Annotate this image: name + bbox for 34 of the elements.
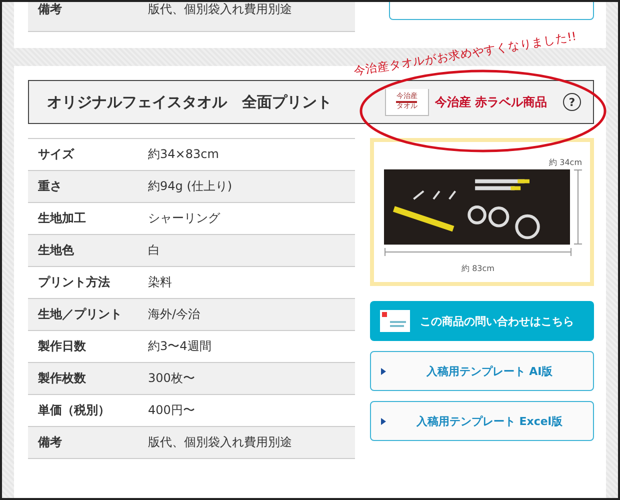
spec-label: 生地／プリント xyxy=(36,306,123,323)
spec-label: 製作日数 xyxy=(37,338,87,355)
template-button[interactable]: 入稿用テンプレート AI版 xyxy=(370,351,594,391)
spec-label: 重さ xyxy=(37,178,63,195)
spec-label: 生地色 xyxy=(36,242,75,259)
spec-label: サイズ xyxy=(37,146,76,163)
spec-value: 版代、個別袋入れ費用別途 xyxy=(148,434,292,451)
template-button[interactable]: 入稿用テンプレート Excel版 xyxy=(370,401,594,441)
spec-value: 白 xyxy=(148,242,160,259)
spec-value: 染料 xyxy=(148,274,172,291)
spec-value: 約34×83cm xyxy=(148,146,219,163)
spec-value: 300枚〜 xyxy=(148,370,195,387)
triangle-icon xyxy=(381,368,386,374)
spec-label: 生地加工 xyxy=(36,210,87,227)
triangle-icon xyxy=(381,418,386,424)
spec-value: 約94g (仕上り) xyxy=(148,178,232,195)
spec-label: 備考 xyxy=(36,434,63,451)
spec-value: シャーリング xyxy=(148,210,220,227)
spec-label: 備考 xyxy=(36,2,63,18)
height-label: 約 34cm xyxy=(549,158,582,167)
annotation-text: 今治産タオルがお求めやすくなりました!! xyxy=(352,28,578,79)
product-title: オリジナルフェイスタオル 全面プリント xyxy=(47,92,332,112)
spec-label: 製作枚数 xyxy=(37,370,87,387)
badge-label: 今治産 赤ラベル商品 xyxy=(434,94,547,110)
spec-value: 版代、個別袋入れ費用別途 xyxy=(148,2,292,18)
contact-button[interactable]: この商品の問い合わせはこちら xyxy=(370,301,594,341)
spec-value: 約3〜4週間 xyxy=(148,338,212,355)
spec-label: 単価（税別） xyxy=(37,402,111,419)
spec-value: 海外/今治 xyxy=(148,306,200,323)
width-label: 約 83cm xyxy=(462,264,494,273)
spec-label: プリント方法 xyxy=(37,274,111,291)
help-icon[interactable]: ? xyxy=(563,93,581,111)
envelope-icon xyxy=(380,310,410,332)
spec-value: 400円〜 xyxy=(148,402,195,419)
